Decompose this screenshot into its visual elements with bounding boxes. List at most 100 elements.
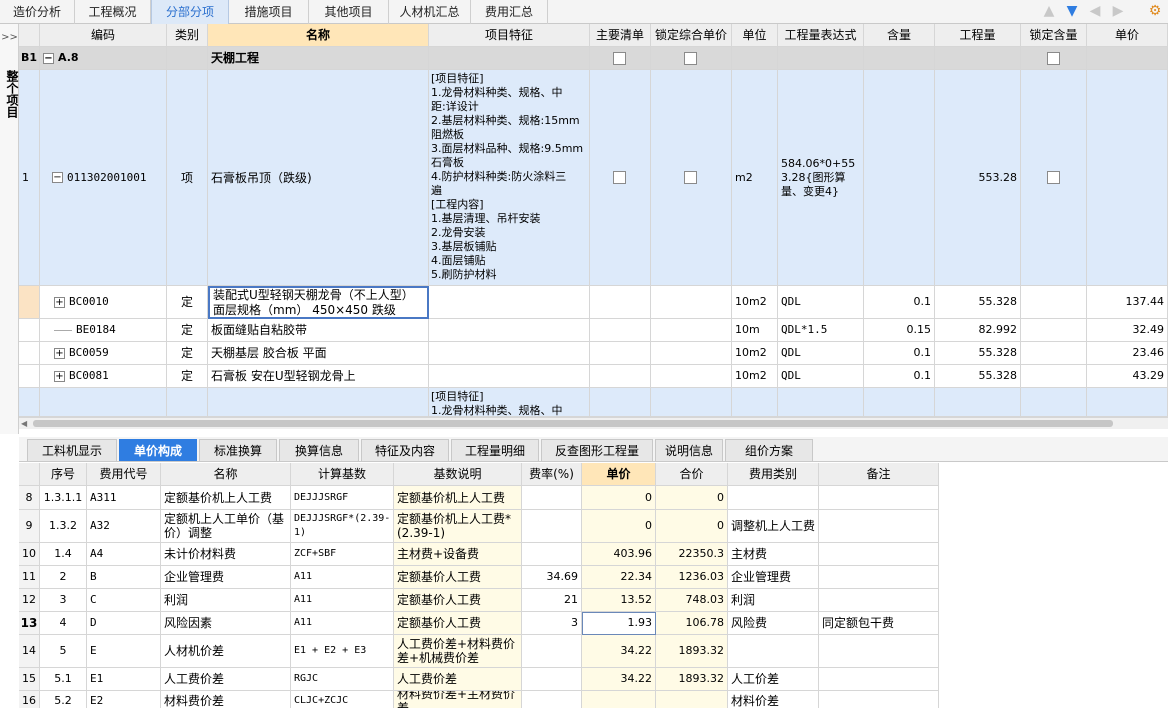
code-cell: A311 <box>87 486 161 510</box>
sub-cell-expr: QDL <box>778 365 864 388</box>
top-tab-4[interactable]: 其他项目 <box>309 0 389 24</box>
category-cell: 材料价差 <box>728 691 819 708</box>
desc-cell: 人工费价差 <box>394 668 522 691</box>
move-right-icon[interactable]: ▶ <box>1109 2 1127 20</box>
section-cell-name: 天棚工程 <box>208 47 429 70</box>
detail-header-note: 备注 <box>819 463 939 486</box>
sub-cell-feature <box>429 342 590 365</box>
total-cell <box>656 691 728 708</box>
horizontal-scrollbar[interactable]: ◀ <box>19 417 1168 429</box>
sub-cell-main <box>590 286 651 319</box>
section-main-checkbox[interactable] <box>613 52 626 65</box>
total-cell: 748.03 <box>656 589 728 612</box>
collapse-item-icon[interactable]: − <box>52 172 63 183</box>
top-tab-6[interactable]: 费用汇总 <box>471 0 548 24</box>
detail-header-code: 费用代号 <box>87 463 161 486</box>
sub-cell-name[interactable]: 装配式U型轻钢天棚龙骨（不上人型） 面层规格（mm） 450×450 跌级 <box>208 286 429 319</box>
scrollbar-thumb[interactable] <box>33 420 1113 427</box>
item-cell-num: 1 <box>19 70 40 286</box>
feature-line: 遍 <box>431 184 442 197</box>
item-main-checkbox[interactable] <box>613 171 626 184</box>
sub-cell-qty: 55.328 <box>935 365 1021 388</box>
section-cell-code: − A.8 <box>40 47 167 70</box>
move-left-icon[interactable]: ◀ <box>1086 2 1104 20</box>
move-down-icon[interactable]: ▼ <box>1063 2 1081 20</box>
detail-tab-2[interactable]: 标准换算 <box>199 439 277 461</box>
item-cell-type: 项 <box>167 70 208 286</box>
tree-line <box>54 329 72 331</box>
section-lock-price-checkbox[interactable] <box>684 52 697 65</box>
seq-cell: 1.4 <box>40 543 87 566</box>
category-cell: 主材费 <box>728 543 819 566</box>
header-type: 类别 <box>167 24 208 47</box>
detail-tab-8[interactable]: 组价方案 <box>725 439 813 461</box>
detail-tab-0[interactable]: 工料机显示 <box>27 439 117 461</box>
top-tab-5[interactable]: 人材机汇总 <box>389 0 471 24</box>
price-cell: 34.22 <box>582 635 656 668</box>
sub-cell-content: 0.1 <box>864 365 935 388</box>
top-tab-3[interactable]: 措施项目 <box>229 0 309 24</box>
sub-cell-price: 43.29 <box>1087 365 1168 388</box>
section-lock-content-checkbox[interactable] <box>1047 52 1060 65</box>
note-cell: 同定额包干费 <box>819 612 939 635</box>
sub-cell-expr: QDL*1.5 <box>778 319 864 342</box>
item-lock-content-checkbox[interactable] <box>1047 171 1060 184</box>
seq-cell: 5 <box>40 635 87 668</box>
sub-cell-name: 石膏板 安在U型轻钢龙骨上 <box>208 365 429 388</box>
sub-cell-qty: 55.328 <box>935 342 1021 365</box>
note-cell <box>819 691 939 708</box>
sub-cell-lock-content <box>1021 365 1087 388</box>
top-tab-1[interactable]: 工程概况 <box>75 0 151 24</box>
seq-cell: 3 <box>40 589 87 612</box>
expand-sub-icon[interactable]: + <box>54 370 65 382</box>
top-tab-0[interactable]: 造价分析 <box>0 0 75 24</box>
category-cell: 利润 <box>728 589 819 612</box>
detail-header-rate: 费率(%) <box>522 463 582 486</box>
total-cell: 1893.32 <box>656 668 728 691</box>
expand-sub-icon[interactable]: + <box>54 347 65 359</box>
sub-cell-unit: 10m2 <box>732 365 778 388</box>
sub-cell-num <box>19 365 40 388</box>
move-up-icon[interactable]: ▲ <box>1040 2 1058 20</box>
feature-line: 1.龙骨材料种类、规格、中 <box>431 404 563 417</box>
code-cell: E1 <box>87 668 161 691</box>
header-lock-content: 锁定含量 <box>1021 24 1087 47</box>
sub-cell-num <box>19 286 40 319</box>
collapse-icon[interactable]: − <box>43 52 54 64</box>
sub-cell-name: 板面缝贴自粘胶带 <box>208 319 429 342</box>
detail-tab-7[interactable]: 说明信息 <box>655 439 723 461</box>
detail-tab-1[interactable]: 单价构成 <box>119 439 197 461</box>
header-main: 主要清单 <box>590 24 651 47</box>
sub-cell-content: 0.15 <box>864 319 935 342</box>
expand-panel-icon[interactable]: >> <box>0 32 19 46</box>
scroll-left-icon[interactable]: ◀ <box>21 419 27 428</box>
price-cell[interactable]: 1.93 <box>582 612 656 635</box>
next-item-cell-code <box>40 388 167 417</box>
note-cell <box>819 668 939 691</box>
rate-cell: 21 <box>522 589 582 612</box>
item-cell-qty: 553.28 <box>935 70 1021 286</box>
item-cell-price <box>1087 70 1168 286</box>
top-tab-2[interactable]: 分部分项 <box>151 0 229 24</box>
row-number: 12 <box>19 589 40 612</box>
item-cell-unit: m2 <box>732 70 778 286</box>
desc-cell: 人工费价差+材料费价差+机械费价差 <box>394 635 522 668</box>
detail-tab-5[interactable]: 工程量明细 <box>451 439 539 461</box>
detail-tab-4[interactable]: 特征及内容 <box>361 439 449 461</box>
project-scope-label[interactable]: 整个项目 <box>0 54 19 134</box>
detail-tab-6[interactable]: 反查图形工程量 <box>541 439 653 461</box>
sub-cell-lock-price <box>651 342 732 365</box>
item-lock-price-checkbox[interactable] <box>684 171 697 184</box>
sub-cell-expr: QDL <box>778 286 864 319</box>
price-cell: 22.34 <box>582 566 656 589</box>
detail-tab-3[interactable]: 换算信息 <box>279 439 359 461</box>
desc-cell: 材料费价差+主材费价差 <box>394 691 522 708</box>
code-cell: E2 <box>87 691 161 708</box>
category-cell: 人工价差 <box>728 668 819 691</box>
row-number: 16 <box>19 691 40 708</box>
name-cell: 定额基价机上人工费 <box>161 486 291 510</box>
row-number: 11 <box>19 566 40 589</box>
note-cell <box>819 589 939 612</box>
settings-icon[interactable]: ⚙ <box>1146 2 1164 20</box>
expand-sub-icon[interactable]: + <box>54 296 65 308</box>
